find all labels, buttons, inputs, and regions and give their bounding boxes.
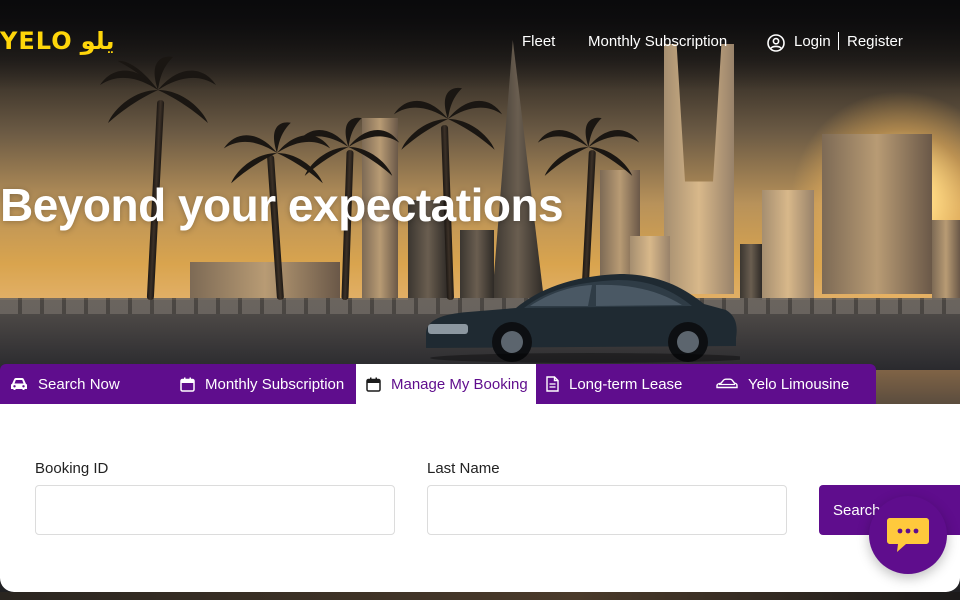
tab-label: Monthly Subscription (205, 375, 345, 393)
user-circle-icon[interactable] (767, 34, 785, 52)
tab-search-now[interactable]: Search Now (0, 364, 170, 404)
palm-tree-icon (537, 117, 640, 176)
limousine-icon (716, 378, 738, 389)
chat-bubble-icon (887, 518, 929, 552)
yelo-logo[interactable]: YELO يلو (0, 26, 114, 56)
car-icon (11, 378, 27, 390)
skyline-building (822, 134, 932, 294)
palm-tree-icon (393, 87, 503, 150)
sedan-car-image (426, 274, 740, 363)
skyline-building (740, 244, 762, 300)
tab-monthly-subscription[interactable]: Monthly Subscription (170, 364, 356, 404)
calendar-icon (366, 377, 381, 392)
palm-tree-icon (297, 117, 400, 176)
skyline-building (762, 190, 814, 300)
tab-label: Manage My Booking (391, 375, 528, 393)
calendar-icon (180, 377, 195, 392)
logo-arabic-text: يلو (80, 27, 115, 55)
top-navigation: YELO يلو Fleet Monthly Subscription Logi… (0, 0, 960, 84)
tab-label: Long-term Lease (569, 375, 683, 393)
tab-manage-my-booking[interactable]: Manage My Booking (356, 364, 536, 404)
booking-id-input[interactable] (35, 485, 395, 535)
nav-monthly-subscription[interactable]: Monthly Subscription (588, 33, 727, 50)
booking-tabs: Search Now Monthly Subscription Manage M… (0, 364, 876, 404)
tab-label: Yelo Limousine (748, 375, 850, 393)
skyline-building (190, 262, 340, 300)
booking-id-label: Booking ID (35, 460, 109, 477)
tab-long-term-lease[interactable]: Long-term Lease (536, 364, 704, 404)
logo-latin-text: YELO (0, 27, 73, 55)
nav-register[interactable]: Register (847, 33, 903, 50)
login-register-divider (838, 32, 839, 50)
tab-label: Search Now (38, 375, 120, 393)
nav-login[interactable]: Login (794, 33, 831, 50)
chat-button[interactable] (869, 496, 947, 574)
last-name-input[interactable] (427, 485, 787, 535)
last-name-label: Last Name (427, 460, 500, 477)
nav-fleet[interactable]: Fleet (522, 33, 555, 50)
document-icon (546, 376, 559, 392)
skyline-building (932, 220, 960, 300)
tab-yelo-limousine[interactable]: Yelo Limousine (706, 364, 876, 404)
hero-headline: Beyond your expectations (0, 179, 564, 231)
hero-bottom-edge (0, 592, 960, 600)
